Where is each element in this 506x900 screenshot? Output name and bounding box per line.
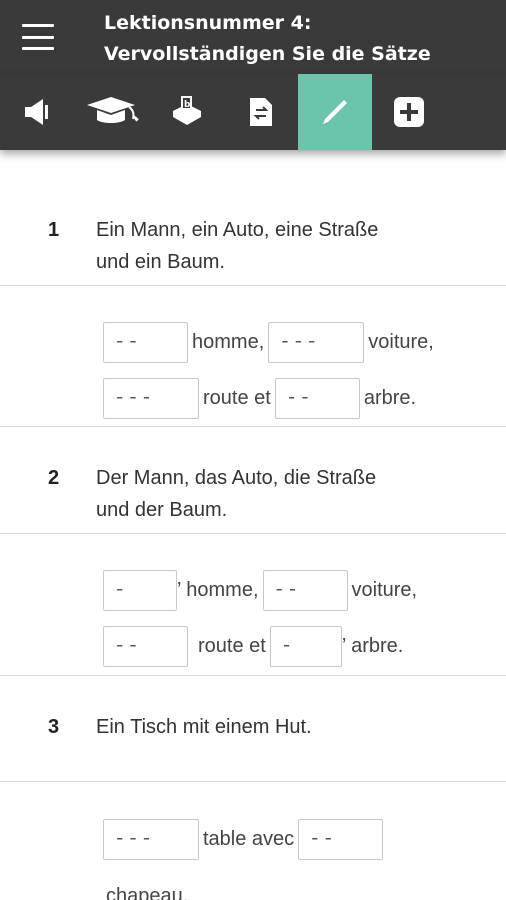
prompt-line: Ein Mann, ein Auto, eine Straße [96, 219, 379, 241]
prompt-line: Ein Tisch mit einem Hut. [96, 716, 312, 738]
divider [0, 781, 506, 782]
exercise-prompt: 2 Der Mann, das Auto, die Straße und der… [0, 462, 506, 526]
answer-blank[interactable]: --- [103, 818, 199, 860]
ballot-box-icon: b [173, 96, 201, 125]
answer-line: -- route et - ’ arbre. [103, 625, 407, 667]
svg-text:b: b [184, 100, 191, 110]
title-line-2: Vervollständigen Sie die Sätze [104, 43, 431, 65]
exercise-prompt: 3 Ein Tisch mit einem Hut. [0, 711, 506, 743]
answer-word: homme, [192, 330, 265, 353]
answer-blank[interactable]: -- [298, 818, 384, 860]
divider [0, 285, 506, 286]
tool-quiz[interactable]: b [150, 74, 224, 150]
tool-translate[interactable] [224, 74, 298, 150]
answer-blank[interactable]: - [269, 625, 342, 667]
tool-learn[interactable] [76, 74, 150, 150]
menu-icon[interactable] [22, 24, 54, 50]
answer-blank[interactable]: - [103, 569, 177, 611]
tool-listen[interactable] [0, 74, 76, 150]
tool-more[interactable] [372, 74, 446, 150]
page-title: Lektionsnummer 4: Vervollständigen Sie d… [104, 8, 500, 70]
answer-blank[interactable]: -- [103, 625, 188, 667]
answer-word: chapeau. [106, 884, 189, 900]
prompt-line: und ein Baum. [96, 251, 225, 273]
answer-line: chapeau. [106, 875, 192, 900]
answer-word: route et [203, 386, 271, 409]
answer-word: voiture, [368, 330, 434, 353]
answer-line: - ’ homme, -- voiture, [103, 569, 421, 611]
document-swap-icon [250, 98, 272, 126]
prompt-line: und der Baum. [96, 499, 228, 521]
answer-blank[interactable]: --- [268, 321, 365, 363]
answer-blank[interactable]: --- [103, 377, 199, 419]
title-line-1: Lektionsnummer 4: [104, 12, 312, 34]
answer-blank[interactable]: -- [274, 377, 360, 419]
pencil-icon [323, 100, 347, 124]
answer-word: ’ arbre. [341, 634, 404, 657]
app-bar: Lektionsnummer 4: Vervollständigen Sie d… [0, 0, 506, 74]
answer-word: arbre. [363, 386, 417, 409]
exercise-prompt: 1 Ein Mann, ein Auto, eine Straße und ei… [0, 214, 506, 278]
graduation-cap-icon [87, 97, 139, 123]
answer-line: -- homme, --- voiture, [103, 321, 438, 363]
prompt-line: Der Mann, das Auto, die Straße [96, 467, 377, 489]
answer-word: ’ homme, [177, 578, 259, 601]
exercise-number: 1 [48, 219, 60, 241]
exercise-list: 1 Ein Mann, ein Auto, eine Straße und ei… [0, 150, 506, 900]
speaker-icon [25, 99, 48, 125]
divider [0, 426, 506, 427]
answer-blank[interactable]: -- [103, 321, 188, 363]
tool-write[interactable] [298, 74, 372, 150]
plus-square-icon [394, 97, 424, 127]
divider [0, 675, 506, 676]
divider [0, 533, 506, 534]
answer-blank[interactable]: -- [262, 569, 348, 611]
answer-line: --- table avec -- [103, 818, 384, 860]
exercise-number: 3 [48, 716, 60, 738]
answer-line: --- route et -- arbre. [103, 377, 420, 419]
lesson-toolbar: b [0, 74, 506, 150]
answer-word: voiture, [351, 578, 418, 601]
answer-word: route et [198, 634, 266, 657]
answer-word: table avec [203, 827, 295, 850]
exercise-number: 2 [48, 467, 60, 489]
